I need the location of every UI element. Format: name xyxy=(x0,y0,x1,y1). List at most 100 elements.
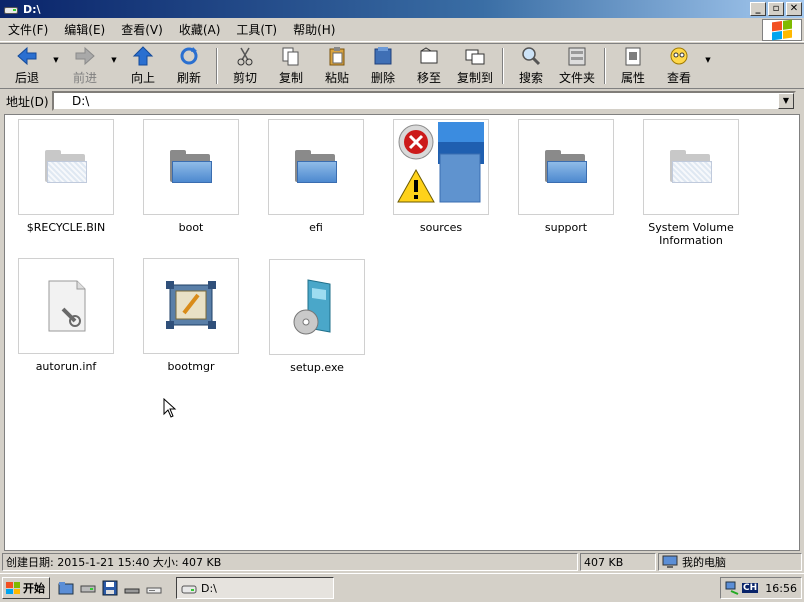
item-label: boot xyxy=(178,221,204,234)
view-glasses-icon xyxy=(670,47,688,65)
search-icon xyxy=(522,47,541,66)
up-label: 向上 xyxy=(130,71,155,85)
address-dropdown-icon[interactable]: ▼ xyxy=(778,93,794,109)
properties-label: 属性 xyxy=(620,71,645,85)
status-location: 我的电脑 xyxy=(658,553,802,571)
floppy-save-icon[interactable] xyxy=(102,580,118,596)
cd-drive-icon[interactable] xyxy=(146,580,162,596)
up-button[interactable]: 向上 xyxy=(120,44,166,88)
status-location-label: 我的电脑 xyxy=(682,556,726,569)
list-item[interactable]: efi xyxy=(261,119,371,234)
cut-button[interactable]: 剪切 xyxy=(222,44,268,88)
folder-icon xyxy=(268,119,364,215)
computer-icon xyxy=(662,555,678,568)
clock: 16:56 xyxy=(765,581,797,595)
drive-icon[interactable] xyxy=(124,580,140,596)
paste-button[interactable]: 粘贴 xyxy=(314,44,360,88)
forward-dropdown-icon[interactable]: ▼ xyxy=(108,32,120,88)
folder-icon xyxy=(143,119,239,215)
title-bar: D:\ _ ▫ ✕ xyxy=(0,0,804,18)
status-info: 创建日期: 2015-1-21 15:40 大小: 407 KB xyxy=(2,553,578,571)
move-to-button[interactable]: 移至 xyxy=(406,44,452,88)
list-item[interactable]: sources xyxy=(386,119,496,234)
minimize-button[interactable]: _ xyxy=(750,2,766,16)
toolbar: 后退 ▼ 前进 ▼ 向上 刷新 剪切 复制 粘贴 删除 移至 复制到 搜索 文件… xyxy=(0,43,804,89)
menu-help[interactable]: 帮助(H) xyxy=(285,21,343,38)
taskbar: 开始 D:\ CH 16:56 xyxy=(0,573,804,602)
item-label: sources xyxy=(419,221,463,234)
list-item[interactable]: support xyxy=(511,119,621,234)
item-label: System Volume Information xyxy=(648,221,734,247)
address-value: D:\ xyxy=(72,94,90,108)
back-label: 后退 xyxy=(14,71,39,85)
move-to-label: 移至 xyxy=(416,71,441,85)
cut-label: 剪切 xyxy=(232,71,257,85)
network-icon[interactable] xyxy=(725,581,739,595)
sources-thumbnail-icon xyxy=(393,119,489,215)
folders-button[interactable]: 文件夹 xyxy=(554,44,600,88)
item-label: setup.exe xyxy=(290,361,344,374)
view-button[interactable]: 查看 xyxy=(656,44,702,88)
address-label: 地址(D) xyxy=(6,94,49,109)
delete-button[interactable]: 删除 xyxy=(360,44,406,88)
menu-favorites[interactable]: 收藏(A) xyxy=(171,21,229,38)
up-arrow-icon xyxy=(132,46,154,66)
view-dropdown-icon[interactable]: ▼ xyxy=(702,32,714,88)
menu-bar: 文件(F) 编辑(E) 查看(V) 收藏(A) 工具(T) 帮助(H) xyxy=(0,18,804,42)
setup-exe-icon xyxy=(269,259,365,355)
list-item[interactable]: setup.exe xyxy=(262,259,372,374)
drive-icon xyxy=(181,585,197,594)
back-dropdown-icon[interactable]: ▼ xyxy=(50,32,62,88)
properties-button[interactable]: 属性 xyxy=(610,44,656,88)
taskbar-window-button[interactable]: D:\ xyxy=(176,577,334,599)
forward-button[interactable]: 前进 xyxy=(62,44,108,88)
paste-label: 粘贴 xyxy=(324,71,349,85)
list-item[interactable]: autorun.inf xyxy=(11,258,121,373)
folder-hidden-icon xyxy=(643,119,739,215)
menu-view[interactable]: 查看(V) xyxy=(113,21,171,38)
view-label: 查看 xyxy=(666,71,691,85)
explorer-folder-icon[interactable] xyxy=(58,580,74,596)
search-label: 搜索 xyxy=(518,71,543,85)
item-label: support xyxy=(544,221,588,234)
refresh-button[interactable]: 刷新 xyxy=(166,44,212,88)
drive-manager-icon[interactable] xyxy=(80,580,96,596)
back-button[interactable]: 后退 xyxy=(4,44,50,88)
delete-label: 删除 xyxy=(370,71,395,85)
bootmgr-file-icon xyxy=(143,258,239,354)
list-item[interactable]: System Volume Information xyxy=(636,119,746,247)
delete-icon xyxy=(374,47,392,65)
mouse-pointer-icon xyxy=(163,398,177,418)
status-size: 407 KB xyxy=(580,553,656,571)
taskbar-window-label: D:\ xyxy=(201,581,217,595)
item-label: bootmgr xyxy=(167,360,215,373)
folder-hidden-icon xyxy=(18,119,114,215)
close-button[interactable]: ✕ xyxy=(786,2,802,16)
list-item[interactable]: $RECYCLE.BIN xyxy=(11,119,121,234)
start-button[interactable]: 开始 xyxy=(2,577,50,599)
language-indicator[interactable]: CH xyxy=(742,583,759,593)
address-input[interactable]: D:\ ▼ xyxy=(52,91,796,111)
back-arrow-icon xyxy=(17,46,37,66)
maximize-button[interactable]: ▫ xyxy=(768,2,784,16)
menu-tools[interactable]: 工具(T) xyxy=(228,21,285,38)
folders-icon xyxy=(568,47,586,66)
menu-file[interactable]: 文件(F) xyxy=(0,21,56,38)
copy-button[interactable]: 复制 xyxy=(268,44,314,88)
system-tray: CH 16:56 xyxy=(720,577,802,599)
status-bar: 创建日期: 2015-1-21 15:40 大小: 407 KB 407 KB … xyxy=(0,552,804,572)
menu-edit[interactable]: 编辑(E) xyxy=(56,21,113,38)
copy-to-button[interactable]: 复制到 xyxy=(452,44,498,88)
start-label: 开始 xyxy=(23,582,45,595)
forward-label: 前进 xyxy=(72,71,97,85)
search-button[interactable]: 搜索 xyxy=(508,44,554,88)
sources-preview-icon xyxy=(397,122,484,203)
item-label: autorun.inf xyxy=(35,360,97,373)
list-item[interactable]: boot xyxy=(136,119,246,234)
list-item[interactable]: bootmgr xyxy=(136,258,246,373)
forward-arrow-icon xyxy=(75,46,95,66)
item-label: $RECYCLE.BIN xyxy=(26,221,106,234)
window-title: D:\ xyxy=(23,2,41,16)
windows-logo-icon xyxy=(762,19,802,41)
refresh-icon xyxy=(180,47,198,65)
